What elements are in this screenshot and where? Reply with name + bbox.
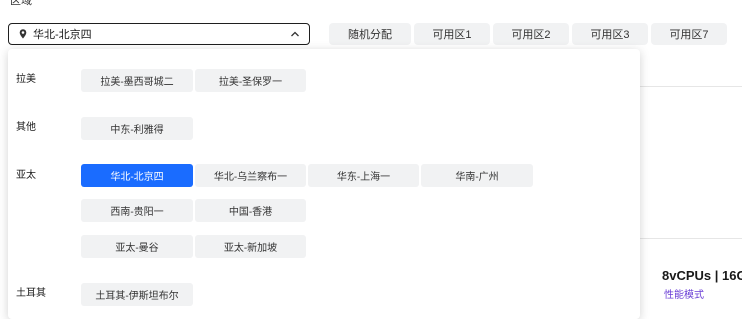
az-tab-zone-3[interactable]: 可用区3 <box>572 23 648 45</box>
region-option[interactable]: 拉美-墨西哥城二 <box>81 69 193 92</box>
region-option[interactable]: 亚太-曼谷 <box>81 235 193 258</box>
location-pin-icon <box>19 29 27 39</box>
az-tab-zone-2[interactable]: 可用区2 <box>493 23 569 45</box>
region-option[interactable]: 华东-上海一 <box>308 164 419 187</box>
region-group-label: 土耳其 <box>16 288 46 299</box>
region-option[interactable]: 西南-贵阳一 <box>81 199 193 222</box>
region-option[interactable]: 土耳其-伊斯坦布尔 <box>81 283 193 306</box>
availability-zone-tabs: 随机分配 可用区1 可用区2 可用区3 可用区7 <box>329 23 727 45</box>
region-group-label: 亚太 <box>16 170 36 181</box>
chevron-up-icon[interactable] <box>289 28 301 40</box>
az-tab-zone-1[interactable]: 可用区1 <box>414 23 490 45</box>
region-select-value: 华北-北京四 <box>33 29 92 41</box>
region-group-label: 拉美 <box>16 74 36 85</box>
flavor-mode-tag: 性能模式 <box>664 290 704 301</box>
section-divider <box>640 238 742 239</box>
region-section-label: 区域 <box>10 0 32 7</box>
region-option[interactable]: 拉美-圣保罗一 <box>195 69 306 92</box>
flavor-cpu-memory: 8vCPUs | 16GiB <box>662 268 742 283</box>
region-option[interactable]: 中东-利雅得 <box>81 117 193 140</box>
region-option[interactable]: 亚太-新加坡 <box>195 235 306 258</box>
section-divider <box>640 86 742 87</box>
region-option[interactable]: 中国-香港 <box>195 199 306 222</box>
az-tab-random[interactable]: 随机分配 <box>329 23 411 45</box>
az-tab-zone-7[interactable]: 可用区7 <box>651 23 727 45</box>
region-option[interactable]: 华南-广州 <box>421 164 533 187</box>
region-select[interactable]: 华北-北京四 <box>8 23 310 45</box>
region-dropdown-panel: 拉美 拉美-墨西哥城二 拉美-圣保罗一 其他 中东-利雅得 亚太 华北-北京四 … <box>8 49 640 319</box>
region-group-label: 其他 <box>16 122 36 133</box>
region-option-selected[interactable]: 华北-北京四 <box>81 164 193 187</box>
region-option[interactable]: 华北-乌兰察布一 <box>195 164 306 187</box>
